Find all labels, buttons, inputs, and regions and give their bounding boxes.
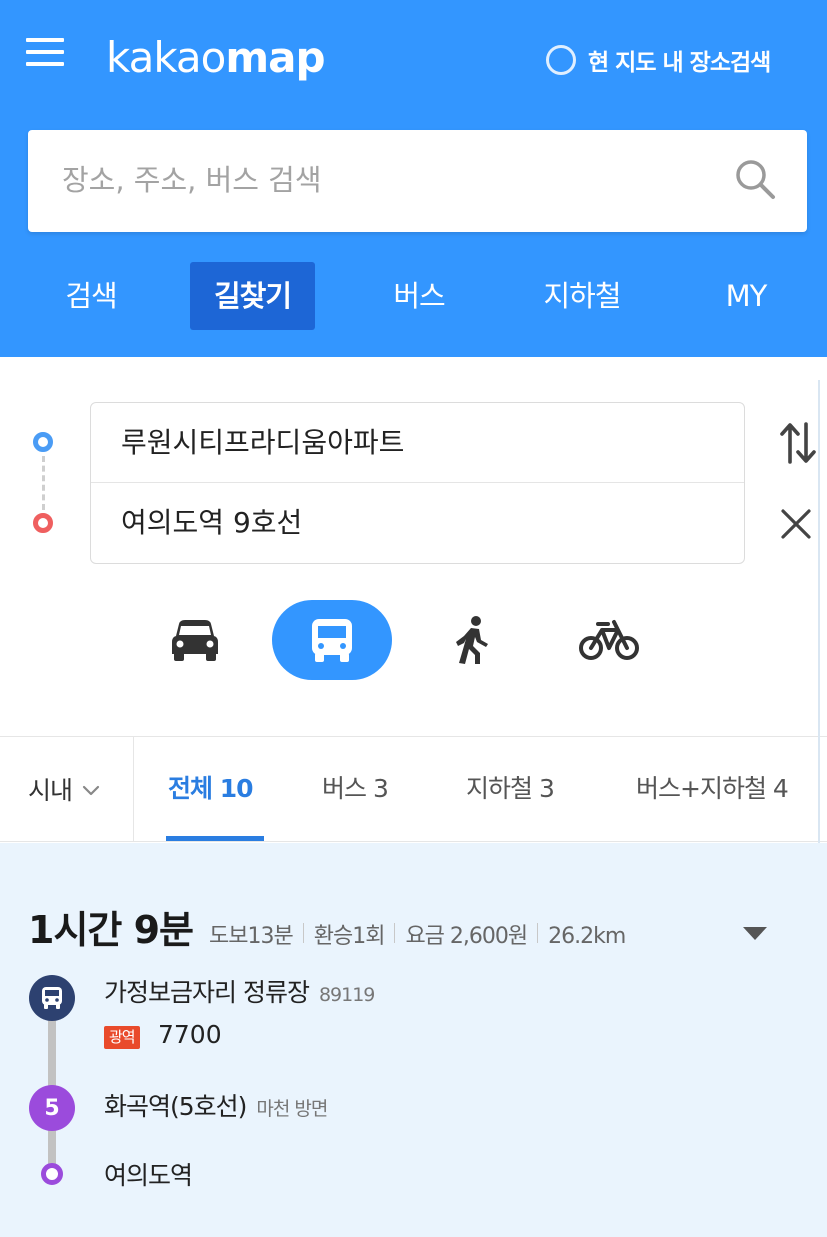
origin-field[interactable]: 루원시티프라디움아파트 bbox=[91, 403, 744, 483]
subway-line-5-icon: 5 bbox=[29, 1085, 75, 1131]
filter-tab-all[interactable]: 전체 10 bbox=[168, 737, 253, 841]
active-tab-indicator bbox=[166, 836, 264, 841]
bus-number: 7700 bbox=[158, 1020, 222, 1049]
filter-tab-bus[interactable]: 버스 3 bbox=[322, 737, 389, 841]
divider bbox=[537, 923, 539, 943]
tab-subway[interactable]: 지하철 bbox=[522, 262, 642, 330]
close-icon[interactable] bbox=[780, 508, 812, 540]
map-area-search-label: 현 지도 내 장소검색 bbox=[588, 50, 771, 76]
search-icon[interactable] bbox=[734, 158, 776, 200]
tab-bus[interactable]: 버스 bbox=[368, 262, 470, 330]
app-header: kakaomap 현 지도 내 장소검색 검색 길찾기 버스 지하철 MY bbox=[0, 0, 827, 357]
destination-dot-icon bbox=[41, 1163, 63, 1185]
app-logo[interactable]: kakaomap bbox=[106, 30, 326, 86]
distance: 26.2km bbox=[548, 924, 626, 949]
route-input-box: 루원시티프라디움아파트 여의도역 9호선 bbox=[90, 402, 745, 564]
main-tabs: 검색 길찾기 버스 지하철 MY bbox=[0, 262, 827, 332]
divider bbox=[394, 923, 396, 943]
stop-id: 89119 bbox=[318, 984, 375, 1006]
total-duration: 1시간 9분 bbox=[28, 908, 194, 952]
walk-icon bbox=[456, 616, 488, 664]
direction-label: 마천 방면 bbox=[256, 1098, 328, 1120]
menu-icon[interactable] bbox=[26, 38, 64, 70]
logo-text-light: kakao bbox=[106, 33, 226, 82]
route-result-card[interactable]: 1시간 9분 도보13분 환승1회 요금 2,600원 26.2km 가정보금자… bbox=[0, 843, 827, 1237]
transfer-station: 화곡역(5호선) 마천 방면 bbox=[104, 1087, 328, 1123]
filter-tab-subway[interactable]: 지하철 3 bbox=[466, 737, 555, 841]
mode-bike-button[interactable] bbox=[572, 600, 646, 680]
route-connector bbox=[42, 456, 45, 510]
divider bbox=[302, 923, 304, 943]
search-input[interactable] bbox=[62, 150, 722, 210]
tab-my[interactable]: MY bbox=[706, 262, 786, 330]
walk-time: 도보13분 bbox=[209, 924, 294, 949]
transfer-count: 환승1회 bbox=[313, 924, 386, 949]
bus-icon bbox=[312, 619, 352, 662]
boarding-stop: 가정보금자리 정류장 89119 bbox=[104, 973, 375, 1009]
arrival-station: 여의도역 bbox=[104, 1161, 193, 1190]
mode-car-button[interactable] bbox=[160, 600, 230, 680]
tab-directions[interactable]: 길찾기 bbox=[190, 262, 315, 330]
car-icon bbox=[172, 620, 218, 661]
tab-search[interactable]: 검색 bbox=[40, 262, 142, 330]
chevron-down-icon bbox=[82, 785, 100, 796]
region-dropdown[interactable]: 시내 bbox=[0, 737, 134, 841]
search-box bbox=[28, 130, 807, 232]
destination-marker-icon bbox=[33, 513, 53, 533]
bus-stop-icon bbox=[29, 975, 75, 1021]
mode-transit-button[interactable] bbox=[272, 600, 392, 680]
swap-icon[interactable] bbox=[778, 420, 818, 466]
boarding-stop-name: 가정보금자리 정류장 bbox=[104, 978, 310, 1007]
result-summary: 1시간 9분 도보13분 환승1회 요금 2,600원 26.2km bbox=[28, 899, 626, 954]
transfer-station-name: 화곡역(5호선) bbox=[104, 1092, 247, 1121]
filter-tab-bus-subway[interactable]: 버스+지하철 4 bbox=[636, 737, 789, 841]
radio-icon[interactable] bbox=[546, 45, 576, 75]
expand-triangle-icon[interactable] bbox=[741, 923, 769, 943]
map-area-search-toggle[interactable]: 현 지도 내 장소검색 bbox=[546, 44, 771, 76]
destination-field[interactable]: 여의도역 9호선 bbox=[91, 483, 744, 563]
logo-text-bold: map bbox=[225, 33, 325, 82]
mode-walk-button[interactable] bbox=[440, 600, 504, 680]
result-filter-bar: 시내 전체 10 버스 3 지하철 3 버스+지하철 4 bbox=[0, 736, 827, 842]
fare: 요금 2,600원 bbox=[405, 924, 528, 949]
bicycle-icon bbox=[579, 620, 639, 660]
region-label: 시내 bbox=[28, 776, 73, 805]
express-bus-badge: 광역 bbox=[104, 1026, 140, 1049]
origin-marker-icon bbox=[33, 432, 53, 452]
